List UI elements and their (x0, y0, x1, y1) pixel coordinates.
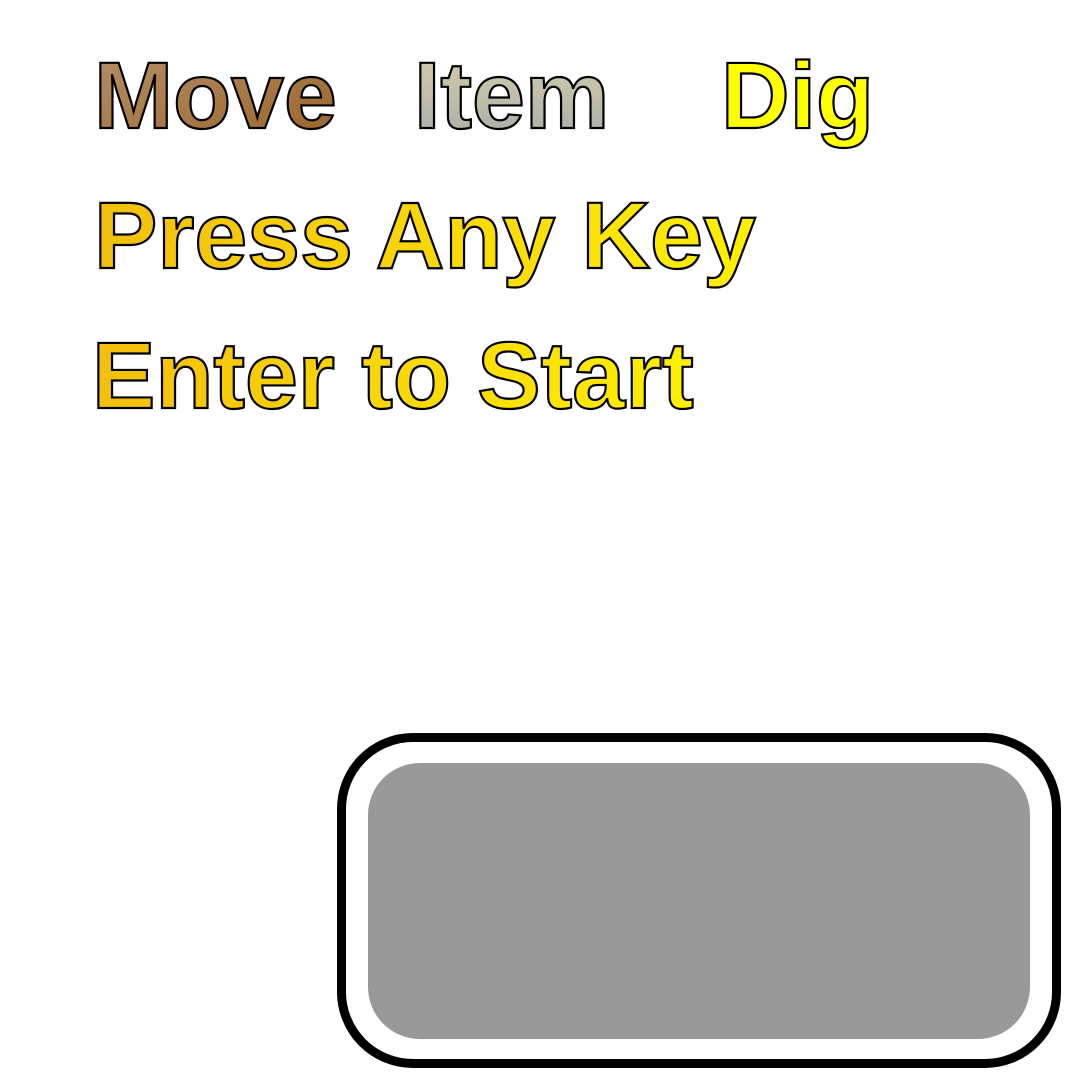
press-any-key-prompt: Press Any Key (94, 183, 756, 289)
menu-move-option[interactable]: Move (93, 42, 338, 150)
title-menu-text: Move Item Dig Press Any Key Enter to Sta… (91, 42, 875, 430)
menu-item-option[interactable]: Item (413, 42, 611, 150)
enter-to-start-prompt: Enter to Start (92, 323, 694, 429)
menu-dig-option[interactable]: Dig (720, 42, 875, 150)
dialog-box-content (368, 763, 1030, 1039)
title-screen: Move Item Dig Press Any Key Enter to Sta… (0, 0, 1080, 1080)
